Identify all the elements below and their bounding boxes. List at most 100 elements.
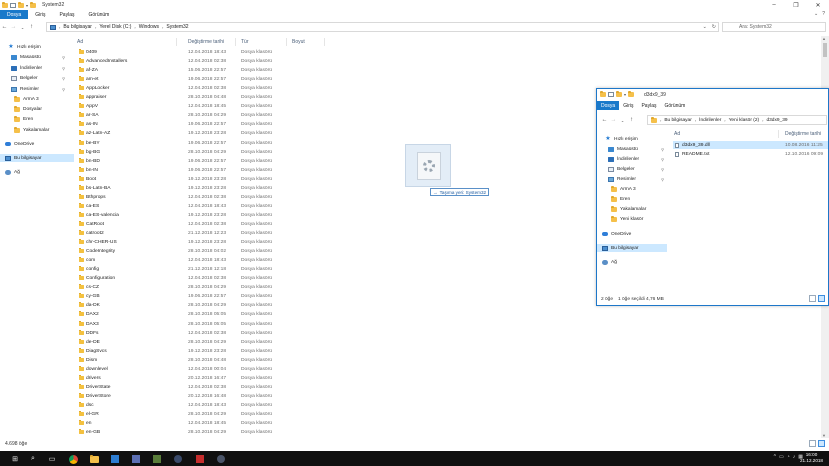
scrollbar-thumb[interactable] <box>823 43 827 57</box>
sidebar-item-i-ndirilenler[interactable]: İndirilenler ⚲ <box>597 155 667 163</box>
table-row[interactable]: el-GR 28.10.2018 04:29 Dosya klasörü <box>76 410 316 419</box>
sidebar-item-hızlı-erişim[interactable]: ★ Hızlı erişim <box>597 135 667 143</box>
breadcrumb-downloads[interactable]: İndirilenler <box>699 118 721 123</box>
table-row[interactable]: d3dx9_39.dll 10.08.2016 11:25 <box>673 141 828 149</box>
launcher-icon[interactable] <box>173 454 183 464</box>
sidebar-item-i-ndirilenler[interactable]: İndirilenler ⚲ <box>0 64 74 72</box>
table-row[interactable]: af-ZA 15.06.2018 22:57 Dosya klasörü <box>76 66 316 75</box>
table-row[interactable]: chr-CHER-US 19.12.2018 23:28 Dosya klasörü <box>76 238 316 247</box>
details-view-icon[interactable] <box>809 440 816 447</box>
maximize-button[interactable]: ❐ <box>785 0 807 10</box>
breadcrumb-this-pc[interactable]: Bu bilgisayar <box>664 118 691 123</box>
table-row[interactable]: 0409 12.04.2018 18:43 Dosya klasörü <box>76 48 316 57</box>
customize-toolbar-icon[interactable]: ▾ <box>624 92 626 97</box>
new-folder-icon[interactable] <box>18 1 24 8</box>
address-bar[interactable]: › Bu bilgisayar › Yerel Disk (C:) › Wind… <box>46 22 719 32</box>
back-button[interactable]: ← <box>0 21 9 33</box>
start-button-icon[interactable]: ⊞ <box>10 454 20 464</box>
address-bar[interactable]: › Bu bilgisayar › İndirilenler › Yeni kl… <box>647 115 827 125</box>
forward-button[interactable]: → <box>609 114 618 126</box>
table-row[interactable]: DriverStore 20.12.2018 16:48 Dosya klasörü <box>76 392 316 401</box>
table-row[interactable]: appraiser 28.10.2018 04:48 Dosya klasörü <box>76 93 316 102</box>
battery-icon[interactable]: ▭ <box>779 454 784 460</box>
table-row[interactable]: DAX3 28.10.2018 05:05 Dosya klasörü <box>76 320 316 329</box>
sidebar-item-belgeler[interactable]: Belgeler ⚲ <box>0 74 74 82</box>
table-row[interactable]: am-et 19.06.2018 22:57 Dosya klasörü <box>76 75 316 84</box>
large-icons-view-icon[interactable] <box>818 295 825 302</box>
sidebar-item-ağ[interactable]: Ağ <box>0 168 74 176</box>
table-row[interactable]: as-IN 19.06.2018 22:57 Dosya klasörü <box>76 120 316 129</box>
help-icon[interactable]: ? <box>822 11 825 17</box>
customize-toolbar-icon[interactable]: ▾ <box>26 3 28 8</box>
table-row[interactable]: bs-Latn-BA 19.12.2018 23:28 Dosya klasörü <box>76 184 316 193</box>
table-row[interactable]: DriverState 12.04.2018 02:38 Dosya klasörü <box>76 383 316 392</box>
properties-icon[interactable] <box>10 2 16 8</box>
sidebar-item-bu-bilgisayar[interactable]: Bu bilgisayar <box>597 244 667 252</box>
column-divider[interactable] <box>324 38 325 46</box>
breadcrumb-this-pc[interactable]: Bu bilgisayar <box>63 24 92 30</box>
steam-icon[interactable] <box>216 454 226 464</box>
table-row[interactable]: Configuration 12.04.2018 02:38 Dosya klasö… <box>76 274 316 283</box>
table-row[interactable]: dsc 12.04.2018 18:43 Dosya klasörü <box>76 401 316 410</box>
column-name[interactable]: Ad <box>674 131 680 137</box>
refresh-icon[interactable]: ↻ <box>712 24 716 30</box>
table-row[interactable]: de-DE 28.10.2018 04:29 Dosya klasörü <box>76 338 316 347</box>
sidebar-item-resimler[interactable]: Resimler ⚲ <box>597 175 667 183</box>
sidebar-item-arma-3[interactable]: ArmA 3 <box>597 185 667 193</box>
sidebar-item-belgeler[interactable]: Belgeler ⚲ <box>597 165 667 173</box>
breadcrumb-d3dx9[interactable]: d3dx9_39 <box>766 118 787 123</box>
table-row[interactable]: da-DK 28.10.2018 04:29 Dosya klasörü <box>76 301 316 310</box>
table-row[interactable]: en 12.04.2018 18:45 Dosya klasörü <box>76 419 316 428</box>
table-row[interactable]: CodeIntegrity 28.10.2018 04:02 Dosya klasö… <box>76 247 316 256</box>
sidebar-item-eren[interactable]: Eren <box>597 195 667 203</box>
breadcrumb-system32[interactable]: System32 <box>166 24 188 30</box>
table-row[interactable]: ca-ES 12.04.2018 18:43 Dosya klasörü <box>76 202 316 211</box>
tab-view[interactable]: Görünüm <box>81 10 116 19</box>
app-icon[interactable] <box>131 454 141 464</box>
table-row[interactable]: catroot2 21.12.2018 12:23 Dosya klasörü <box>76 229 316 238</box>
table-row[interactable]: AdvancedInstallers 12.04.2018 02:38 Dosya … <box>76 57 316 66</box>
breadcrumb-local-disk[interactable]: Yerel Disk (C:) <box>99 24 131 30</box>
search-icon[interactable]: ⌕ <box>28 454 38 464</box>
breadcrumb-windows[interactable]: Windows <box>139 24 159 30</box>
tab-share[interactable]: Paylaş <box>637 101 660 110</box>
table-row[interactable]: be-BY 19.06.2018 22:57 Dosya klasörü <box>76 139 316 148</box>
table-row[interactable]: DDFs 12.04.2018 02:38 Dosya klasörü <box>76 329 316 338</box>
table-row[interactable]: Boot 19.12.2018 23:28 Dosya klasörü <box>76 175 316 184</box>
file-explorer-icon[interactable] <box>89 454 99 464</box>
close-button[interactable]: ✕ <box>807 0 829 10</box>
table-row[interactable]: cs-CZ 28.10.2018 04:29 Dosya klasörü <box>76 283 316 292</box>
minimize-button[interactable]: – <box>763 0 785 10</box>
table-row[interactable]: cy-GB 19.06.2018 22:57 Dosya klasörü <box>76 292 316 301</box>
up-button[interactable]: ↑ <box>627 114 636 126</box>
table-row[interactable]: config 21.12.2018 12:18 Dosya klasörü <box>76 265 316 274</box>
up-button[interactable]: ↑ <box>27 21 36 33</box>
properties-icon[interactable] <box>608 92 614 97</box>
column-date-modified[interactable]: Değiştirme tarihi <box>785 131 821 137</box>
sidebar-item-onedrive[interactable]: OneDrive <box>597 230 667 238</box>
sidebar-item-yakalamalar[interactable]: Yakalamalar <box>597 205 667 213</box>
sidebar-item-arma-3[interactable]: ArmA 3 <box>0 95 74 103</box>
sidebar-item-dosyalar[interactable]: Dosyalar <box>0 105 74 113</box>
sidebar-item-eren[interactable]: Eren <box>0 115 74 123</box>
tab-view[interactable]: Görünüm <box>660 101 689 110</box>
table-row[interactable]: en-GB 28.10.2018 04:29 Dosya klasörü <box>76 428 316 437</box>
recent-locations-button[interactable]: ⌄ <box>18 21 27 33</box>
column-date-modified[interactable]: Değiştirme tarihi <box>188 39 224 45</box>
table-row[interactable]: bn-IN 19.06.2018 22:57 Dosya klasörü <box>76 166 316 175</box>
breadcrumb-new-folder-2[interactable]: Yeni klasör (2) <box>729 118 759 123</box>
task-view-icon[interactable]: ▭ <box>47 454 57 464</box>
sidebar-item-resimler[interactable]: Resimler ⚲ <box>0 85 74 93</box>
app-red-icon[interactable] <box>195 454 205 464</box>
table-row[interactable]: bn-BD 19.06.2018 22:57 Dosya klasörü <box>76 157 316 166</box>
table-row[interactable]: DiagSvcs 19.12.2018 23:28 Dosya klasörü <box>76 347 316 356</box>
sidebar-item-yeni-klasör[interactable]: Yeni klasör <box>597 215 667 223</box>
tab-file[interactable]: Dosya <box>597 101 620 110</box>
table-row[interactable]: CatRoot 12.04.2018 02:38 Dosya klasörü <box>76 220 316 229</box>
table-row[interactable]: downlevel 12.04.2018 00:04 Dosya klasörü <box>76 365 316 374</box>
column-name[interactable]: Ad <box>77 39 83 45</box>
tab-home[interactable]: Giriş <box>28 10 52 19</box>
recent-locations-button[interactable]: ⌄ <box>618 114 627 126</box>
column-type[interactable]: Tür <box>241 39 249 45</box>
table-row[interactable]: az-Latn-AZ 19.12.2018 23:28 Dosya klasörü <box>76 129 316 138</box>
